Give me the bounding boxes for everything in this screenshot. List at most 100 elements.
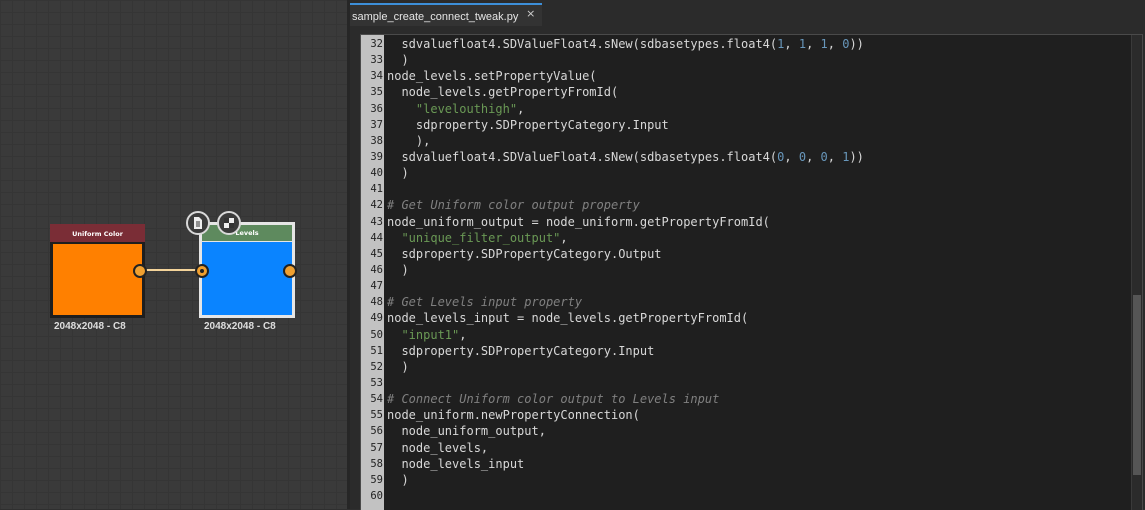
line-number: 45 [370, 247, 383, 260]
code-text[interactable]: sdproperty.SDPropertyCategory.Input [387, 117, 669, 133]
code-line[interactable]: 54 # Connect Uniform color output to Leve… [361, 391, 1131, 407]
code-line[interactable]: 32 sdvaluefloat4.SDValueFloat4.sNew(sdba… [361, 36, 1131, 52]
code-text[interactable]: "unique_filter_output", [387, 230, 567, 246]
document-icon[interactable] [186, 211, 210, 235]
code-text[interactable]: ) [387, 165, 408, 181]
code-text[interactable]: node_uniform_output, [387, 423, 546, 439]
code-line[interactable]: 56 node_uniform_output, [361, 423, 1131, 439]
line-number: 55 [370, 409, 383, 422]
code-line[interactable]: 60 [361, 488, 1131, 504]
line-number: 33 [370, 54, 383, 67]
code-line[interactable]: 50 "input1", [361, 327, 1131, 343]
code-line[interactable]: 43 node_uniform_output = node_uniform.get… [361, 214, 1131, 230]
line-number: 37 [370, 118, 383, 131]
line-number: 50 [370, 328, 383, 341]
code-text[interactable]: sdproperty.SDPropertyCategory.Output [387, 246, 661, 262]
code-line[interactable]: 46 ) [361, 262, 1131, 278]
code-text[interactable]: # Get Uniform color output property [387, 197, 640, 213]
line-number: 41 [370, 183, 383, 196]
code-text[interactable]: "input1", [387, 327, 466, 343]
node-levels[interactable]: Levels 2048x2048 - C8 [199, 222, 295, 332]
code-line[interactable]: 34 node_levels.setPropertyValue( [361, 68, 1131, 84]
node-title: Levels [202, 225, 292, 241]
code-line[interactable]: 53 [361, 375, 1131, 391]
tab-file[interactable]: sample_create_connect_tweak.py × [350, 3, 543, 26]
node-thumbnail [53, 244, 142, 315]
code-text[interactable]: sdproperty.SDPropertyCategory.Input [387, 343, 654, 359]
code-text[interactable]: ) [387, 262, 408, 278]
code-text[interactable]: "levelouthigh", [387, 101, 524, 117]
line-number: 59 [370, 473, 383, 486]
node-graph-panel[interactable]: Uniform Color 2048x2048 - C8 Levels 2048… [0, 0, 347, 509]
code-text[interactable]: node_levels.setPropertyValue( [387, 68, 597, 84]
code-line[interactable]: 55 node_uniform.newPropertyConnection( [361, 407, 1131, 423]
line-number: 58 [370, 457, 383, 470]
node-size-label: 2048x2048 - C8 [54, 321, 126, 332]
code-text[interactable]: ) [387, 52, 408, 68]
script-editor-panel: sample_create_connect_tweak.py × 32 sdva… [350, 0, 1145, 510]
code-text[interactable]: node_levels, [387, 440, 488, 456]
code-line[interactable]: 51 sdproperty.SDPropertyCategory.Input [361, 343, 1131, 359]
output-port[interactable] [283, 264, 297, 278]
line-number: 47 [370, 280, 383, 293]
code-line[interactable]: 40 ) [361, 165, 1131, 181]
vertical-scrollbar[interactable] [1131, 35, 1142, 510]
node-title: Uniform Color [50, 224, 145, 242]
line-number: 57 [370, 441, 383, 454]
line-number: 51 [370, 344, 383, 357]
code-text[interactable]: node_levels.getPropertyFromId( [387, 84, 618, 100]
code-editor[interactable]: 32 sdvaluefloat4.SDValueFloat4.sNew(sdba… [360, 34, 1143, 510]
line-number: 43 [370, 215, 383, 228]
output-port[interactable] [133, 264, 147, 278]
code-text[interactable]: ), [387, 133, 430, 149]
line-number: 36 [370, 102, 383, 115]
line-number: 38 [370, 134, 383, 147]
code-text[interactable]: node_levels_input = node_levels.getPrope… [387, 310, 748, 326]
code-line[interactable]: 52 ) [361, 359, 1131, 375]
code-line[interactable]: 35 node_levels.getPropertyFromId( [361, 84, 1131, 100]
checker-icon[interactable] [217, 211, 241, 235]
code-line[interactable]: 37 sdproperty.SDPropertyCategory.Input [361, 117, 1131, 133]
code-line[interactable]: 38 ), [361, 133, 1131, 149]
code-text[interactable]: sdvaluefloat4.SDValueFloat4.sNew(sdbaset… [387, 149, 863, 165]
code-line[interactable]: 47 [361, 278, 1131, 294]
line-number: 34 [370, 70, 383, 83]
code-line[interactable]: 39 sdvaluefloat4.SDValueFloat4.sNew(sdba… [361, 149, 1131, 165]
code-line[interactable]: 36 "levelouthigh", [361, 101, 1131, 117]
code-line[interactable]: 41 [361, 181, 1131, 197]
input-port[interactable] [195, 264, 209, 278]
line-number: 54 [370, 393, 383, 406]
code-line[interactable]: 44 "unique_filter_output", [361, 230, 1131, 246]
code-line[interactable]: 49 node_levels_input = node_levels.getPro… [361, 310, 1131, 326]
code-lines: 32 sdvaluefloat4.SDValueFloat4.sNew(sdba… [361, 36, 1131, 504]
code-text[interactable]: sdvaluefloat4.SDValueFloat4.sNew(sdbaset… [387, 36, 863, 52]
code-text[interactable]: node_uniform.newPropertyConnection( [387, 407, 640, 423]
code-line[interactable]: 42 # Get Uniform color output property [361, 197, 1131, 213]
line-number: 48 [370, 296, 383, 309]
line-number: 35 [370, 86, 383, 99]
code-text[interactable]: node_levels_input [387, 456, 524, 472]
line-number: 44 [370, 231, 383, 244]
line-number: 42 [370, 199, 383, 212]
code-text[interactable]: # Connect Uniform color output to Levels… [387, 391, 719, 407]
line-number: 53 [370, 376, 383, 389]
line-number: 32 [370, 38, 383, 50]
line-number: 60 [370, 489, 383, 502]
code-text[interactable]: ) [387, 359, 408, 375]
line-number: 40 [370, 167, 383, 180]
code-line[interactable]: 58 node_levels_input [361, 456, 1131, 472]
line-number: 52 [370, 360, 383, 373]
node-thumbnail [202, 242, 292, 315]
code-line[interactable]: 33 ) [361, 52, 1131, 68]
code-line[interactable]: 57 node_levels, [361, 440, 1131, 456]
node-uniform-color[interactable]: Uniform Color 2048x2048 - C8 [50, 224, 145, 332]
scrollbar-thumb[interactable] [1133, 295, 1141, 475]
close-icon[interactable]: × [526, 7, 535, 21]
code-text[interactable]: node_uniform_output = node_uniform.getPr… [387, 214, 770, 230]
code-text[interactable]: # Get Levels input property [387, 294, 582, 310]
code-line[interactable]: 59 ) [361, 472, 1131, 488]
code-text[interactable]: ) [387, 472, 408, 488]
code-line[interactable]: 45 sdproperty.SDPropertyCategory.Output [361, 246, 1131, 262]
tab-label: sample_create_connect_tweak.py [352, 11, 519, 23]
code-line[interactable]: 48 # Get Levels input property [361, 294, 1131, 310]
